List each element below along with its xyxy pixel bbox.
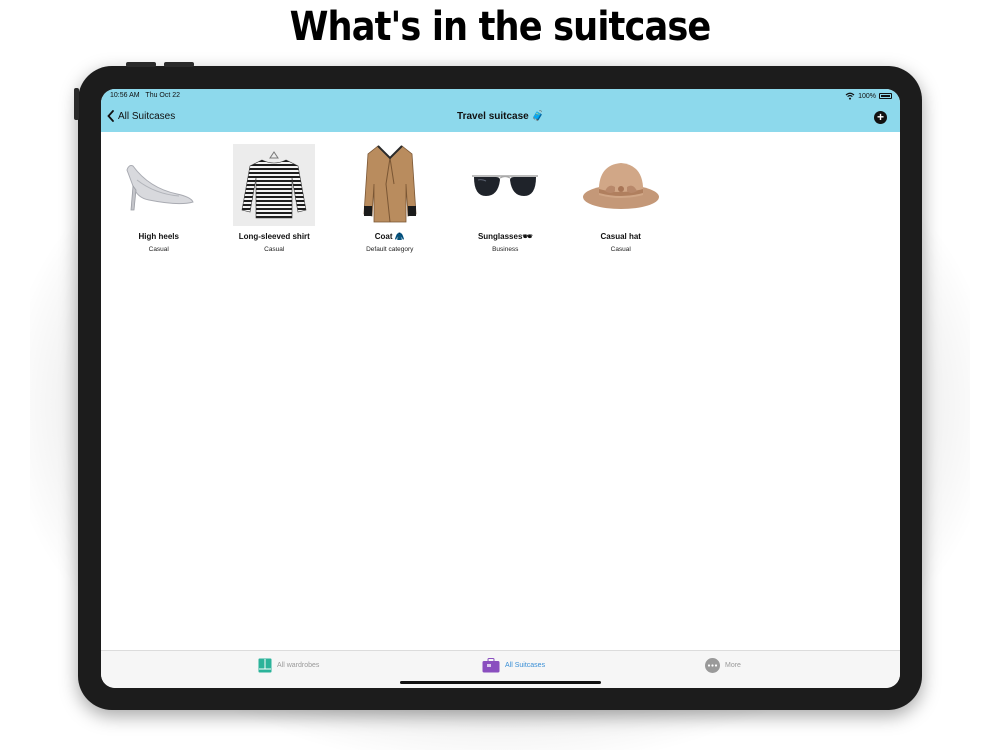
volume-button <box>126 62 156 67</box>
power-button <box>74 88 79 120</box>
high-heel-image <box>118 144 200 226</box>
coat-image <box>349 144 431 226</box>
item-name: High heels <box>138 232 179 241</box>
tab-more[interactable]: More <box>705 658 741 673</box>
navigation-bar: 10:56 AM Thu Oct 22 100% All Suitcases T… <box>101 89 900 132</box>
item-category: Default category <box>366 246 414 253</box>
page-title: Travel suitcase 🧳 <box>457 111 544 122</box>
item-name: Coat 🧥 <box>374 232 405 241</box>
hat-image <box>580 144 662 226</box>
tab-all-wardrobes[interactable]: All wardrobes <box>258 658 319 673</box>
item-long-sleeved-shirt[interactable]: Long-sleeved shirt Casual <box>217 144 333 253</box>
app-screen: 10:56 AM Thu Oct 22 100% All Suitcases T… <box>101 89 900 688</box>
item-name: Long-sleeved shirt <box>238 232 310 241</box>
wardrobe-icon <box>258 658 272 673</box>
item-category: Casual <box>148 246 169 253</box>
striped-shirt-image <box>233 144 316 226</box>
tab-all-suitcases[interactable]: All Suitcases <box>482 658 545 673</box>
item-high-heels[interactable]: High heels Casual <box>101 144 217 253</box>
plus-circle-icon[interactable]: + <box>874 111 887 124</box>
item-category: Casual <box>264 246 285 253</box>
item-name: Casual hat <box>600 232 641 241</box>
item-sunglasses[interactable]: Sunglasses🕶 Business <box>448 144 564 253</box>
suitcase-icon <box>482 658 500 673</box>
more-icon <box>705 658 720 673</box>
wifi-icon <box>845 92 855 100</box>
tab-label: All Suitcases <box>505 662 546 669</box>
battery-percent: 100% <box>858 92 876 100</box>
status-time: 10:56 AM Thu Oct 22 <box>110 92 181 99</box>
tab-label: More <box>725 662 741 669</box>
item-casual-hat[interactable]: Casual hat Casual <box>563 144 679 253</box>
item-category: Casual <box>610 246 631 253</box>
item-category: Business <box>492 246 519 253</box>
headline: What's in the suitcase <box>289 4 712 50</box>
sunglasses-image <box>464 144 546 226</box>
item-coat[interactable]: Coat 🧥 Default category <box>332 144 448 253</box>
home-indicator[interactable] <box>400 681 601 684</box>
status-indicators: 100% <box>845 92 892 100</box>
volume-button <box>164 62 194 67</box>
battery-icon <box>879 93 892 99</box>
tab-label: All wardrobes <box>277 662 320 669</box>
items-grid: High heels Casual Long-sleeved shirt Cas… <box>101 144 679 253</box>
item-name: Sunglasses🕶 <box>477 232 533 241</box>
